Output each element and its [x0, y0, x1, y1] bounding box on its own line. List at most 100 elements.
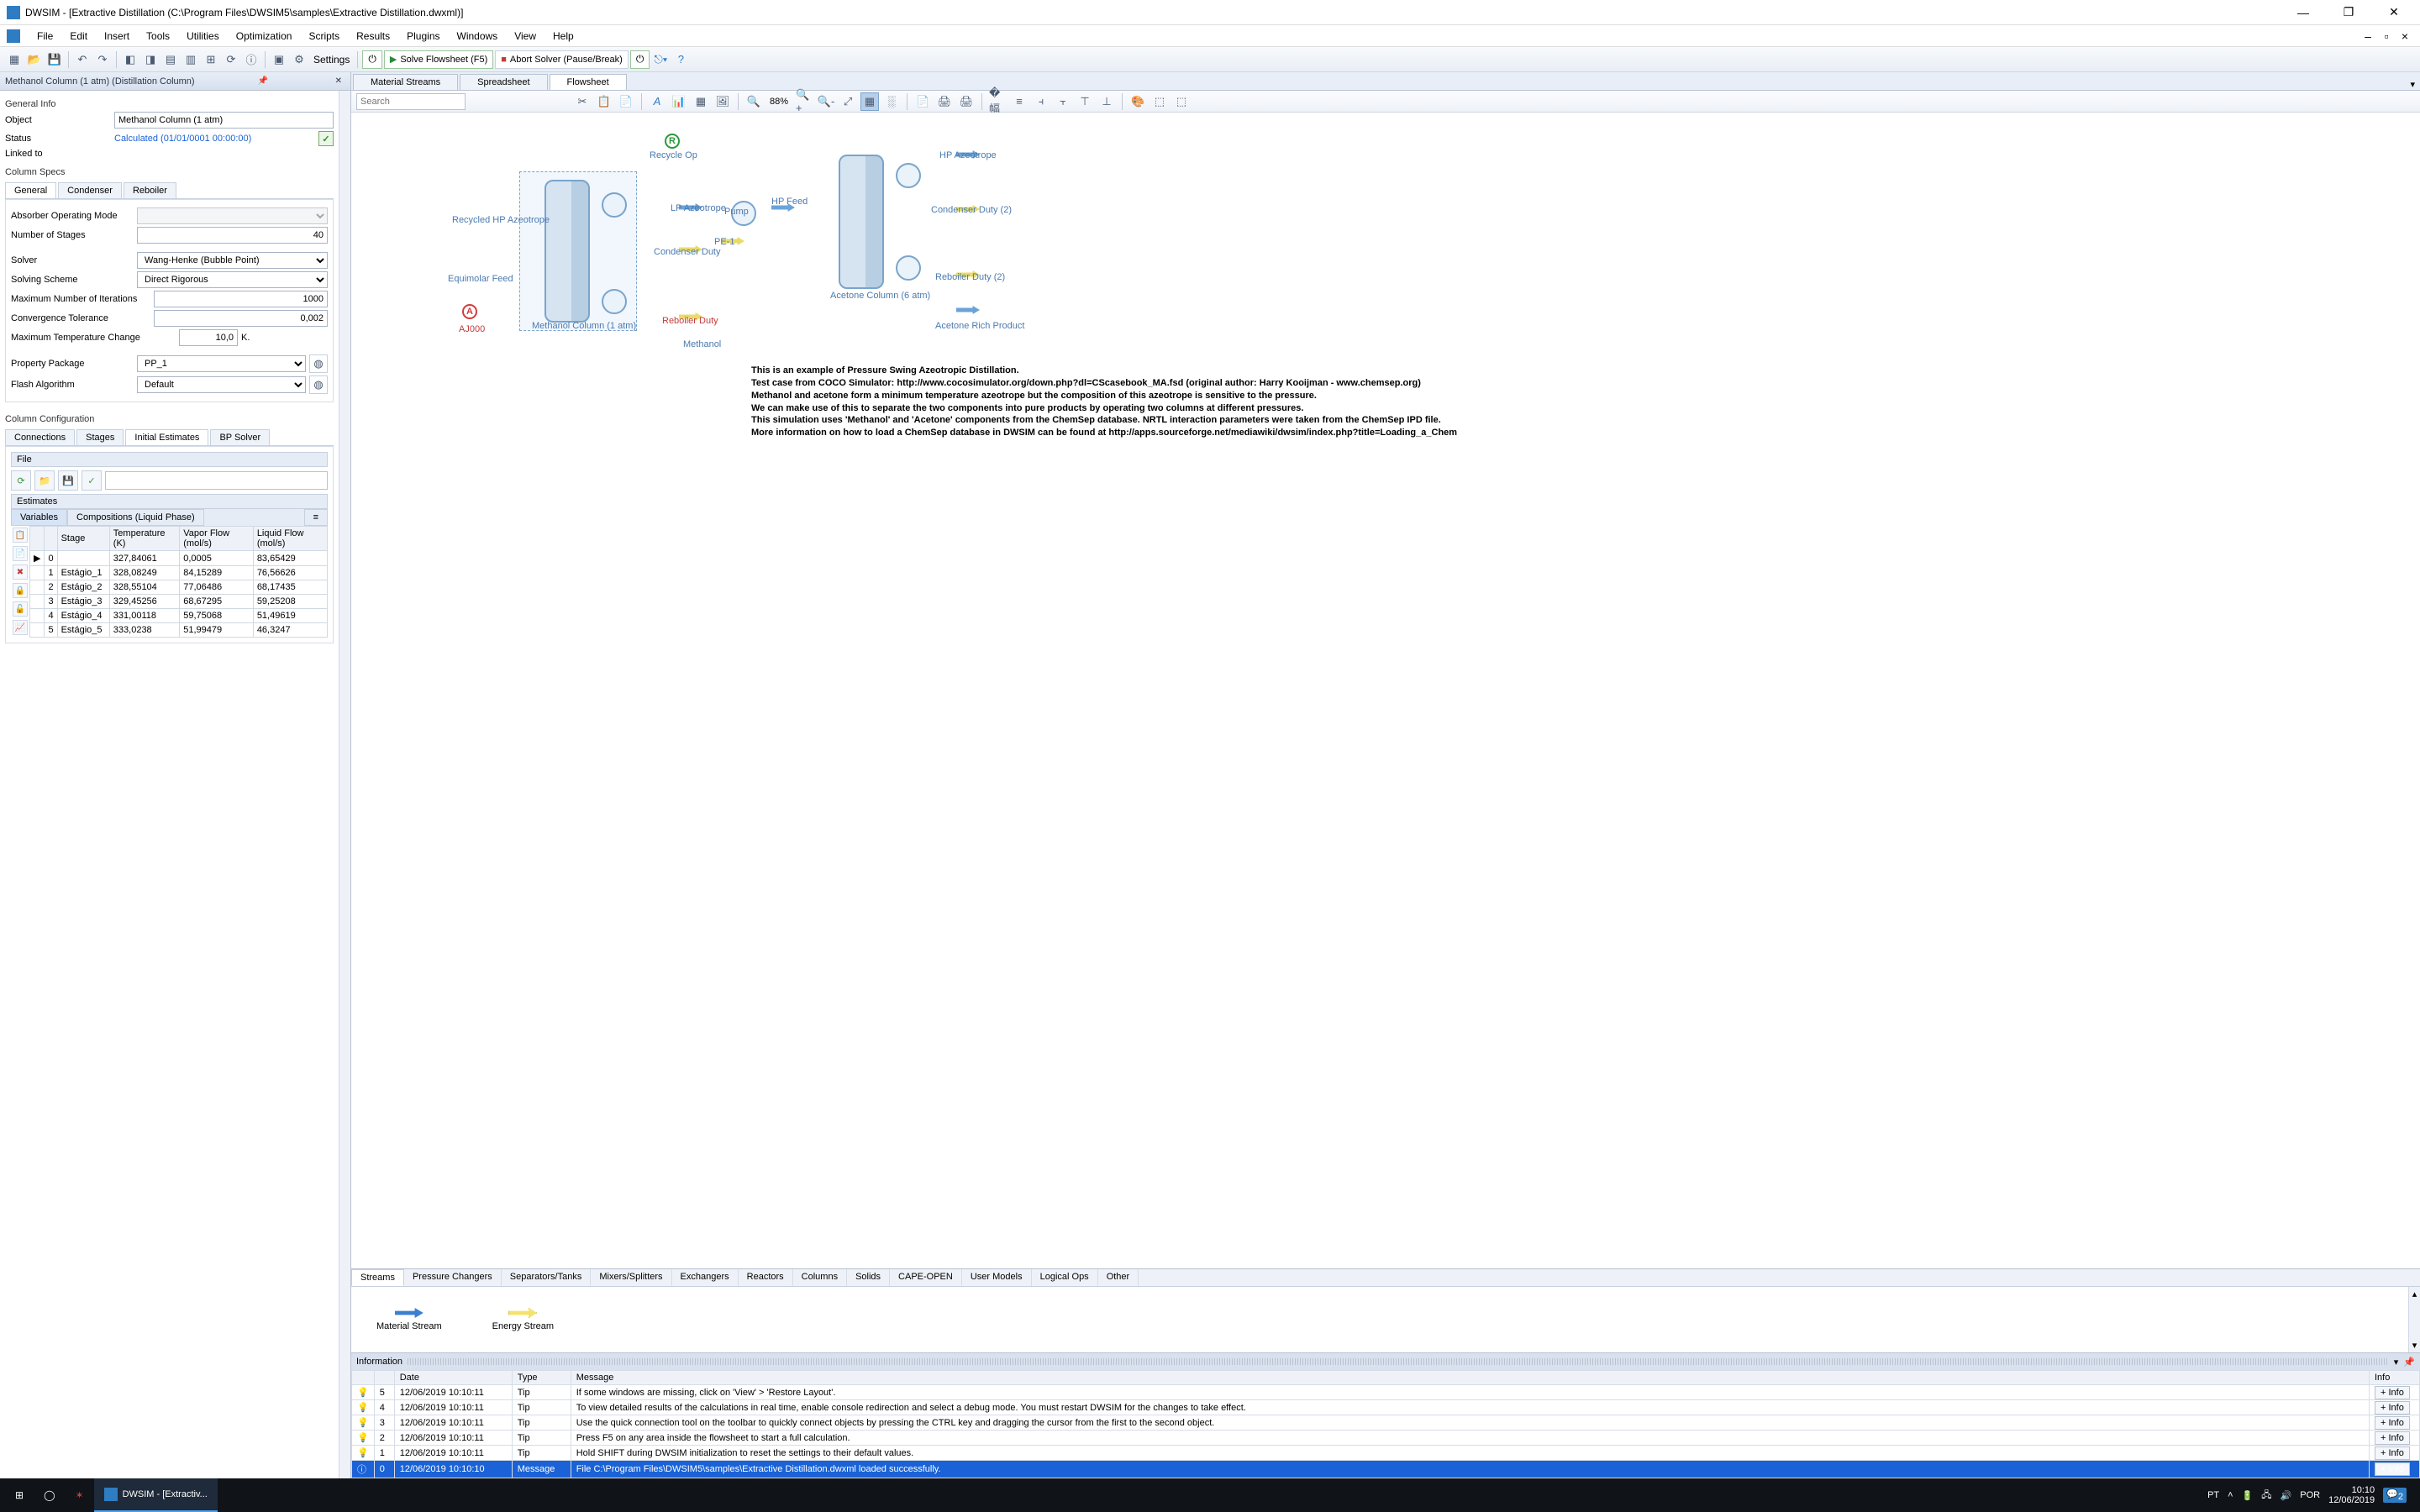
minimize-button[interactable]: —	[2284, 0, 2323, 25]
info-icon[interactable]: ⓘ	[242, 50, 260, 69]
cfg-tab[interactable]: Initial Estimates	[125, 429, 208, 445]
cfg-tab[interactable]: BP Solver	[210, 429, 270, 445]
menu-plugins[interactable]: Plugins	[398, 29, 448, 44]
power-button[interactable]: ⏻	[362, 50, 382, 69]
menu-optimization[interactable]: Optimization	[228, 29, 301, 44]
tool-icon[interactable]: ⬚	[1172, 92, 1191, 111]
pin-icon[interactable]: 📌	[255, 76, 271, 86]
message-row[interactable]: 💡312/06/2019 10:10:11TipUse the quick co…	[352, 1415, 2420, 1431]
menu-tools[interactable]: Tools	[138, 29, 178, 44]
tab-dropdown-icon[interactable]: ▾	[2405, 79, 2420, 90]
menu-file[interactable]: File	[29, 29, 61, 44]
open-icon[interactable]: 📂	[25, 50, 44, 69]
lock-icon[interactable]: 🔒	[13, 583, 28, 598]
clock-time[interactable]: 10:10	[2328, 1485, 2375, 1495]
abort-button[interactable]: ■Abort Solver (Pause/Break)	[495, 50, 629, 69]
info-button[interactable]: + Info	[2375, 1416, 2410, 1430]
table-row[interactable]: ▶0Condens...327,840610,000583,65429	[30, 551, 328, 566]
image-icon[interactable]: 🖼	[713, 92, 732, 111]
menu-scripts[interactable]: Scripts	[300, 29, 348, 44]
lang-indicator[interactable]: PT	[2207, 1490, 2219, 1500]
palette-tab[interactable]: Exchangers	[672, 1269, 739, 1286]
convtol-input[interactable]	[154, 310, 328, 327]
apply-icon[interactable]: ✓	[82, 470, 102, 491]
chart-icon[interactable]: 📈	[13, 620, 28, 635]
message-row[interactable]: 💡212/06/2019 10:10:11TipPress F5 on any …	[352, 1431, 2420, 1446]
spec-tab[interactable]: Reboiler	[124, 182, 176, 198]
message-row[interactable]: 💡512/06/2019 10:10:11TipIf some windows …	[352, 1385, 2420, 1400]
acetone-column[interactable]	[839, 155, 884, 289]
menu-windows[interactable]: Windows	[449, 29, 507, 44]
menu-icon[interactable]: ≡	[304, 509, 328, 526]
dropdown-icon[interactable]: ▾	[2394, 1357, 2399, 1368]
chevron-up-icon[interactable]: ˄	[2228, 1490, 2233, 1500]
flash-select[interactable]: Default	[137, 376, 306, 393]
search-input[interactable]	[356, 93, 466, 110]
new-icon[interactable]: ▦	[5, 50, 24, 69]
flowsheet-canvas[interactable]: R A Recycle Op HP Azeotrope Recycled HP …	[351, 113, 2420, 1268]
volume-icon[interactable]: 🔊	[2281, 1490, 2292, 1501]
taskbar-app[interactable]: DWSIM - [Extractiv...	[94, 1478, 218, 1512]
save-icon[interactable]: 💾	[58, 470, 78, 491]
message-row[interactable]: 💡112/06/2019 10:10:11TipHold SHIFT durin…	[352, 1446, 2420, 1461]
tool-icon[interactable]: ⬚	[1150, 92, 1169, 111]
close-button[interactable]: ✕	[2375, 0, 2413, 25]
condenser-icon[interactable]	[896, 163, 921, 188]
settings-label[interactable]: Settings	[310, 54, 353, 66]
open-icon[interactable]: 📁	[34, 470, 55, 491]
flash-config-icon[interactable]: ◍	[309, 375, 328, 394]
palette-tab[interactable]: Solids	[847, 1269, 890, 1286]
info-button[interactable]: + Info	[2375, 1386, 2410, 1399]
palette-tab[interactable]: Mixers/Splitters	[591, 1269, 671, 1286]
maximize-button[interactable]: ❐	[2329, 0, 2368, 25]
condenser-icon[interactable]	[602, 192, 627, 218]
grid2-icon[interactable]: ░	[882, 92, 901, 111]
align-icon[interactable]: ⊥	[1097, 92, 1116, 111]
paste-icon[interactable]: 📄	[617, 92, 635, 111]
message-row[interactable]: ⓘ012/06/2019 10:10:10MessageFile C:\Prog…	[352, 1461, 2420, 1478]
color-icon[interactable]: 🎨	[1128, 92, 1147, 111]
align-icon[interactable]: �幅	[988, 92, 1007, 111]
align-icon[interactable]: ⫟	[1054, 92, 1072, 111]
palette-tab[interactable]: Logical Ops	[1032, 1269, 1098, 1286]
doc-tab[interactable]: Flowsheet	[550, 74, 627, 90]
palette-tab[interactable]: Columns	[793, 1269, 847, 1286]
maxiter-input[interactable]	[154, 291, 328, 307]
battery-icon[interactable]: 🔋	[2242, 1490, 2254, 1501]
file-input[interactable]	[105, 471, 328, 490]
estimates-table[interactable]: StageTemperature (K)Vapor Flow (mol/s)Li…	[29, 526, 328, 638]
undo-icon[interactable]: ↶	[73, 50, 92, 69]
solver-select[interactable]: Wang-Henke (Bubble Point)	[137, 252, 328, 269]
copy-icon[interactable]: 📋	[595, 92, 613, 111]
tool-icon[interactable]: ▣	[270, 50, 288, 69]
tool-icon[interactable]: ◨	[141, 50, 160, 69]
menu-help[interactable]: Help	[544, 29, 582, 44]
align-icon[interactable]: ⫞	[1032, 92, 1050, 111]
est-tab[interactable]: Variables	[11, 509, 67, 526]
cfg-tab[interactable]: Connections	[5, 429, 75, 445]
palette-tab[interactable]: Separators/Tanks	[502, 1269, 592, 1286]
close-icon[interactable]: ✕	[332, 76, 345, 86]
maxt-input[interactable]	[179, 329, 238, 346]
menu-edit[interactable]: Edit	[61, 29, 96, 44]
grid-icon[interactable]: ▦	[860, 92, 879, 111]
pp-select[interactable]: PP_1	[137, 355, 306, 372]
tool-icon[interactable]: ▥	[182, 50, 200, 69]
reboiler-icon[interactable]	[896, 255, 921, 281]
stream-icon[interactable]	[956, 306, 980, 314]
recycle-badge[interactable]: R	[665, 134, 680, 149]
reload-icon[interactable]: ⟳	[11, 470, 31, 491]
cfg-tab[interactable]: Stages	[76, 429, 124, 445]
stages-input[interactable]	[137, 227, 328, 244]
print-icon[interactable]: 🖨	[935, 92, 954, 111]
start-button[interactable]: ⊞	[5, 1478, 34, 1512]
mdi-restore-button[interactable]: ▫	[2378, 29, 2395, 44]
mdi-minimize-button[interactable]: –	[2360, 29, 2376, 44]
est-tab[interactable]: Compositions (Liquid Phase)	[67, 509, 204, 526]
scrollbar[interactable]: ▴▾	[2408, 1287, 2420, 1352]
tool-icon[interactable]: ◧	[121, 50, 139, 69]
scheme-select[interactable]: Direct Rigorous	[137, 271, 328, 288]
font-icon[interactable]: A	[648, 92, 666, 111]
message-row[interactable]: 💡412/06/2019 10:10:11TipTo view detailed…	[352, 1400, 2420, 1415]
palette-tab[interactable]: CAPE-OPEN	[890, 1269, 962, 1286]
